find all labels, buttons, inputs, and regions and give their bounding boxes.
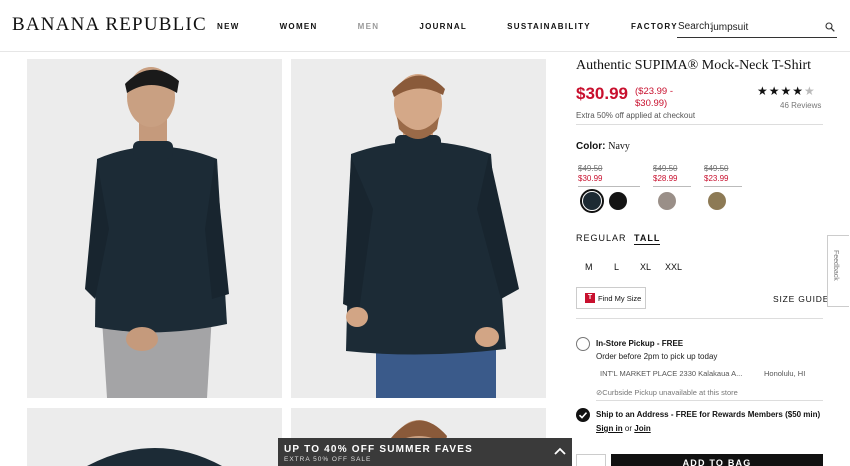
divider [576,124,823,125]
size-xl[interactable]: XL [640,262,651,272]
model-front-pose-image [343,74,519,398]
fit-tall[interactable]: TALL [634,233,661,245]
size-l[interactable]: L [614,262,619,272]
search-icon[interactable] [825,22,835,32]
product-title: Authentic SUPIMA® Mock-Neck T-Shirt [576,58,812,73]
swatch-black[interactable] [609,192,627,210]
sale-price: $30.99 [578,174,603,183]
rating-stars[interactable]: ★★★★★ [757,84,816,98]
product-price: $30.99 [576,84,628,103]
nav-sustainability[interactable]: SUSTAINABILITY [507,22,591,31]
brand-logo[interactable]: BANANA REPUBLIC [12,14,207,36]
feedback-tab[interactable]: Feedback [827,235,849,307]
nav-factory[interactable]: FACTORY [631,22,678,31]
ship-title: Ship to an Address - FREE for Rewards Me… [596,410,821,419]
nav-journal[interactable]: JOURNAL [419,22,467,31]
product-image-3[interactable] [27,408,282,466]
model-side-pose-image [85,67,229,398]
original-price: $49.50 [653,164,678,173]
find-my-size-button[interactable]: T Find My Size [576,287,646,309]
price-range: ($23.99 - $30.99) [635,86,674,109]
size-guide-link[interactable]: SIZE GUIDE [773,294,829,304]
search-bar: Search: [677,18,837,38]
original-price: $49.50 [578,164,603,173]
store-name[interactable]: INT'L MARKET PLACE 2330 Kalakaua A... [600,369,760,378]
divider [576,318,823,319]
color-label-key: Color: [576,141,606,152]
main-nav: NEW WOMEN MEN JOURNAL SUSTAINABILITY FAC… [217,22,718,31]
color-value: Navy [608,141,630,152]
pickup-title: In-Store Pickup - FREE [596,339,684,348]
product-image-2[interactable] [291,59,546,398]
sale-price: $23.99 [704,174,729,183]
site-header: BANANA REPUBLIC NEW WOMEN MEN JOURNAL SU… [0,0,850,52]
color-label: Color: Navy [576,141,630,152]
ship-radio-selected[interactable] [576,408,590,422]
promo-title: UP TO 40% OFF SUMMER FAVES [284,444,474,455]
quantity-stepper[interactable] [576,454,606,466]
promo-banner[interactable]: UP TO 40% OFF SUMMER FAVES EXTRA 50% OFF… [278,438,572,466]
feedback-label: Feedback [832,250,839,281]
signin-line: Sign in or Join [596,424,651,433]
curbside-text: Curbside Pickup unavailable at this stor… [602,388,738,397]
nav-men[interactable]: MEN [358,22,380,31]
divider [596,400,823,401]
search-label: Search: [678,21,713,32]
price-group-1: $49.50 $30.99 [578,164,640,187]
nav-women[interactable]: WOMEN [280,22,318,31]
swatch-olive[interactable] [708,192,726,210]
curbside-note: ⊘Curbside Pickup unavailable at this sto… [596,388,738,397]
promo-subtitle: EXTRA 50% OFF SALE [284,456,372,463]
add-to-bag-button[interactable]: ADD TO BAG [611,454,823,466]
price-group-2: $49.50 $28.99 [653,164,691,187]
size-xxl[interactable]: XXL [665,262,682,272]
star-half-icon: ★ [804,84,816,98]
checkmark-icon [578,412,588,419]
original-price: $49.50 [704,164,729,173]
or-text: or [624,424,633,433]
search-input[interactable] [711,19,821,35]
store-city: Honolulu, HI [764,369,806,378]
price-group-underline [653,186,691,187]
swatch-taupe[interactable] [658,192,676,210]
chevron-up-icon[interactable] [554,446,566,456]
swatch-navy[interactable] [583,192,601,210]
fit-regular[interactable]: REGULAR [576,233,627,243]
price-group-underline [578,186,640,187]
pickup-subtitle: Order before 2pm to pick up today [596,352,718,361]
find-my-size-label: Find My Size [598,294,642,303]
reviews-link[interactable]: 46 Reviews [780,101,821,110]
star-icon: ★★★★ [757,84,805,98]
shirt-closeup-image [87,448,222,466]
sign-in-link[interactable]: Sign in [596,424,623,433]
join-link[interactable]: Join [634,424,650,433]
size-m[interactable]: M [585,262,593,272]
extra-offer-text: Extra 50% off applied at checkout [576,111,696,120]
nav-new[interactable]: NEW [217,22,240,31]
sale-price: $28.99 [653,174,678,183]
true-fit-icon: T [585,293,595,303]
pickup-radio[interactable] [576,337,590,351]
price-group-underline [704,186,742,187]
product-image-1[interactable] [27,59,282,398]
price-group-3: $49.50 $23.99 [704,164,742,187]
